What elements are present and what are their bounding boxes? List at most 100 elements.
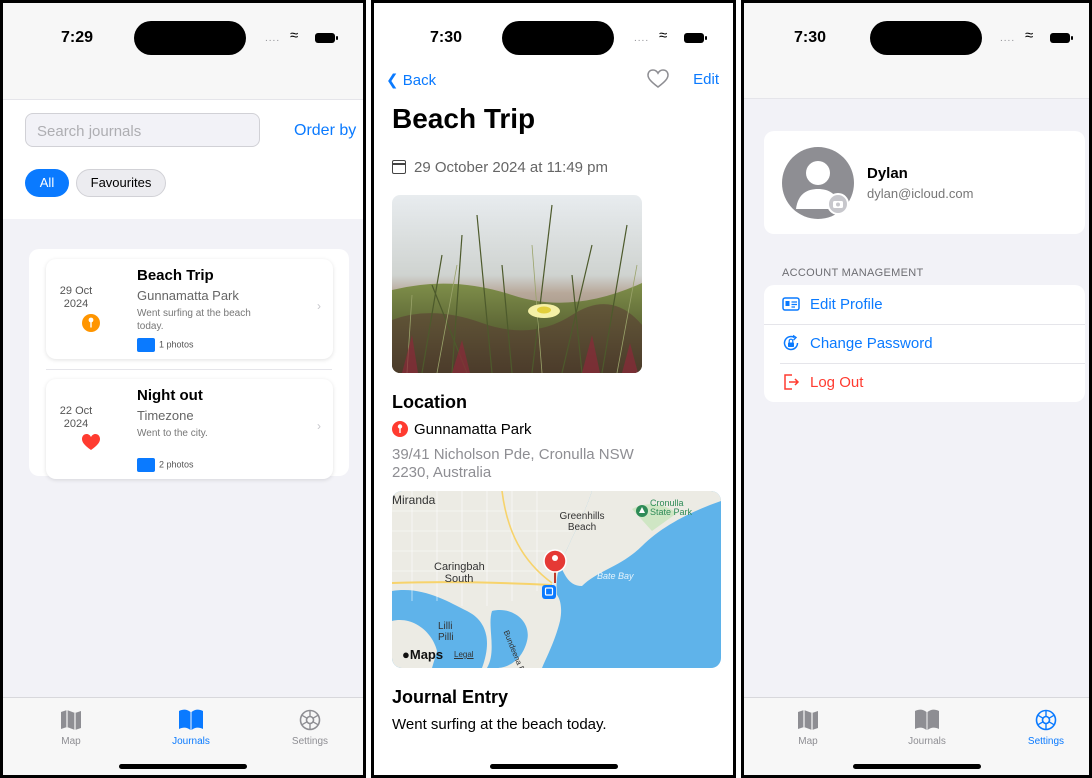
back-button[interactable]: ❮ Back	[386, 71, 436, 89]
favourite-button[interactable]	[647, 69, 669, 89]
battery-icon	[315, 33, 338, 43]
location-name: Gunnamatta Park	[392, 421, 532, 438]
journal-entry-heading: Journal Entry	[392, 687, 509, 707]
entry-date-year: 2024	[63, 298, 89, 310]
entry-photos: 2 photos	[137, 458, 194, 472]
location-heading: Location	[392, 392, 467, 412]
location-name-text: Gunnamatta Park	[414, 421, 532, 438]
chevron-right-icon: ›	[317, 299, 321, 313]
entry-photos: 1 photos	[137, 338, 194, 352]
battery-icon	[684, 33, 707, 43]
settings-icon	[299, 709, 321, 731]
filter-favourites-chip[interactable]: Favourites	[76, 169, 166, 197]
search-placeholder: Search journals	[37, 123, 142, 140]
entry-location: Timezone	[137, 408, 194, 423]
map-label-cronulla: Cronulla State Park	[650, 498, 693, 517]
dynamic-island	[870, 21, 982, 55]
order-by-button[interactable]: Order by	[294, 122, 356, 140]
edit-button[interactable]: Edit	[693, 71, 719, 88]
journal-entry-beach-trip[interactable]: 29 Oct 2024 Beach Trip Gunnamatta Park W…	[46, 259, 333, 359]
back-label: Back	[402, 72, 437, 89]
legal-link[interactable]: Legal	[454, 650, 474, 659]
home-indicator	[489, 764, 618, 769]
profile-name: Dylan	[867, 165, 908, 182]
log-out-label: Log Out	[810, 374, 864, 391]
entry-date-text: 29 October 2024 at 11:49 pm	[414, 159, 609, 176]
book-icon	[915, 709, 939, 730]
tab-map-label: Map	[61, 736, 81, 747]
entry-photo[interactable]	[392, 195, 642, 373]
id-card-icon	[782, 297, 800, 311]
status-time: 7:30	[430, 29, 463, 46]
map-view[interactable]: Miranda Greenhills Beach Cronulla State …	[392, 491, 721, 668]
photo-icon	[137, 458, 155, 472]
map-icon	[61, 710, 81, 730]
log-out-icon	[784, 374, 800, 390]
profile-card[interactable]: Dylan dylan@icloud.com	[764, 131, 1085, 234]
wifi-icon: ≈	[659, 27, 668, 44]
tab-settings-label: Settings	[291, 736, 329, 747]
entry-date: 29 Oct 2024	[56, 285, 96, 311]
apple-maps-logo: ●Maps	[402, 647, 443, 662]
edit-profile-row[interactable]: Edit Profile	[764, 285, 1085, 324]
tab-settings[interactable]: Settings	[1006, 708, 1086, 747]
tab-journals-label: Journals	[908, 736, 946, 747]
change-password-row[interactable]: Change Password	[764, 324, 1085, 363]
status-time: 7:29	[61, 29, 94, 46]
account-menu: Edit Profile Change Password Log Out	[764, 285, 1085, 402]
entry-date-day: 29 Oct	[59, 285, 93, 297]
journals-screen: 7:29 .... ≈ Search journals Order by All…	[0, 0, 366, 778]
pin-icon	[392, 421, 408, 437]
tab-settings-label: Settings	[1027, 736, 1065, 747]
map-pin-icon	[543, 549, 567, 583]
wifi-icon: ≈	[290, 27, 299, 44]
dynamic-island	[134, 21, 246, 55]
tab-map[interactable]: Map	[768, 708, 848, 747]
tab-settings[interactable]: Settings	[270, 708, 350, 747]
tab-journals[interactable]: Journals	[151, 708, 231, 747]
search-input[interactable]: Search journals	[25, 113, 260, 147]
park-icon	[636, 505, 648, 517]
journal-entry-night-out[interactable]: 22 Oct 2024 Night out Timezone Went to t…	[46, 379, 333, 479]
map-label-caringbah: Caringbah South	[434, 561, 485, 585]
bus-icon	[542, 585, 556, 599]
journal-detail-screen: 7:30 .... ≈ ❮ Back Edit Beach Trip 29 Oc…	[371, 0, 736, 778]
lock-rotation-icon	[783, 334, 799, 351]
map-label-greenhills: Greenhills Beach	[559, 511, 605, 533]
entry-date: 22 Oct 2024	[56, 405, 96, 431]
profile-email: dylan@icloud.com	[867, 186, 974, 201]
chevron-right-icon: ›	[317, 419, 321, 433]
tab-map[interactable]: Map	[31, 708, 111, 747]
log-out-row[interactable]: Log Out	[764, 363, 1085, 402]
book-icon	[179, 709, 203, 730]
entry-date-day: 22 Oct	[59, 405, 93, 417]
signal-icon: ....	[1000, 33, 1016, 44]
chevron-left-icon: ❮	[386, 72, 403, 89]
entry-date: 29 October 2024 at 11:49 pm	[392, 159, 608, 176]
entry-title: Beach Trip	[137, 267, 214, 284]
status-bar: 7:30 .... ≈	[744, 3, 1089, 63]
tab-map-label: Map	[798, 736, 818, 747]
status-bar: 7:30 .... ≈	[374, 3, 733, 63]
map-label-lilli-pilli: Lilli Pilli	[438, 621, 454, 643]
status-bar: 7:29 .... ≈	[3, 3, 363, 63]
calendar-icon	[392, 160, 406, 174]
entry-location: Gunnamatta Park	[137, 288, 239, 303]
home-indicator	[119, 764, 247, 769]
location-address: 39/41 Nicholson Pde, Cronulla NSW 2230, …	[392, 446, 634, 481]
tab-journals[interactable]: Journals	[887, 708, 967, 747]
apple-icon: ●	[402, 647, 410, 662]
entry-note: Went to the city.	[137, 428, 208, 439]
tab-journals-label: Journals	[172, 736, 210, 747]
dynamic-island	[502, 21, 614, 55]
journal-list: 29 Oct 2024 Beach Trip Gunnamatta Park W…	[29, 249, 349, 479]
entry-title: Night out	[137, 387, 203, 404]
camera-glyph	[833, 201, 843, 208]
wifi-icon: ≈	[1025, 27, 1034, 44]
pin-icon	[82, 314, 100, 332]
journal-entry-text: Went surfing at the beach today.	[392, 716, 607, 733]
camera-icon[interactable]	[827, 193, 849, 215]
map-label-miranda: Miranda	[392, 493, 436, 507]
filter-all-chip[interactable]: All	[25, 169, 69, 197]
signal-icon: ....	[634, 33, 650, 44]
